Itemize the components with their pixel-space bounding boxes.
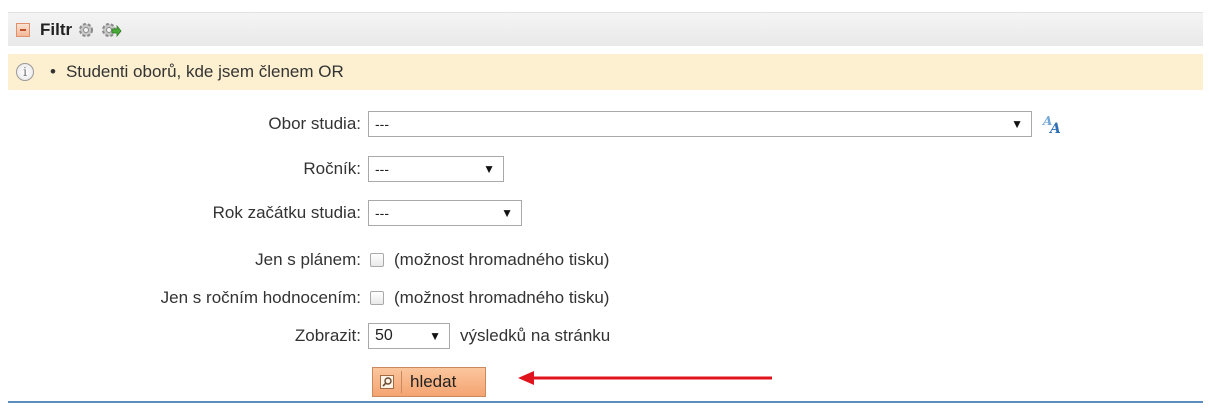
magnifier-icon bbox=[379, 374, 395, 390]
rocnik-label: Ročník: bbox=[303, 159, 361, 178]
plan-label: Jen s plánem: bbox=[255, 250, 361, 269]
rok-select[interactable]: --- ▼ bbox=[368, 200, 522, 226]
plan-hint: (možnost hromadného tisku) bbox=[394, 250, 610, 269]
obor-label: Obor studia: bbox=[268, 114, 361, 133]
obor-select[interactable]: --- ▼ bbox=[368, 111, 1032, 137]
panel-bottom-border bbox=[8, 401, 1203, 403]
gear-icon[interactable] bbox=[76, 20, 96, 40]
chevron-down-icon: ▼ bbox=[483, 162, 495, 176]
plan-checkbox[interactable] bbox=[370, 253, 384, 267]
search-button-label: hledat bbox=[410, 372, 457, 391]
gear-arrow-icon[interactable] bbox=[100, 20, 122, 40]
hodnoceni-label: Jen s ročním hodnocením: bbox=[160, 288, 361, 307]
chevron-down-icon: ▼ bbox=[429, 329, 441, 343]
chevron-down-icon: ▼ bbox=[501, 206, 513, 220]
rocnik-select[interactable]: --- ▼ bbox=[368, 156, 504, 182]
info-bullet: • bbox=[50, 62, 56, 81]
zobrazit-label: Zobrazit: bbox=[294, 326, 361, 345]
info-text: Studenti oborů, kde jsem členem OR bbox=[65, 62, 344, 81]
zobrazit-select[interactable]: 50 ▼ bbox=[368, 323, 450, 349]
red-arrow-annotation bbox=[518, 371, 772, 385]
translate-icon[interactable]: A A bbox=[1042, 113, 1064, 137]
search-button[interactable]: hledat bbox=[372, 367, 486, 397]
zobrazit-suffix: výsledků na stránku bbox=[460, 326, 611, 345]
filter-panel-header: Filtr bbox=[8, 12, 1203, 46]
filter-title: Filtr bbox=[40, 19, 73, 39]
info-bar: i • Studenti oborů, kde jsem členem OR bbox=[8, 54, 1203, 90]
obor-select-value: --- bbox=[375, 116, 389, 132]
info-icon: i bbox=[16, 63, 34, 81]
hodnoceni-hint: (možnost hromadného tisku) bbox=[394, 288, 610, 307]
zobrazit-select-value: 50 bbox=[375, 327, 393, 344]
collapse-icon[interactable] bbox=[16, 22, 30, 37]
rok-select-value: --- bbox=[375, 205, 389, 221]
rocnik-select-value: --- bbox=[375, 161, 389, 177]
hodnoceni-checkbox[interactable] bbox=[370, 291, 384, 305]
svg-text:A: A bbox=[1048, 121, 1061, 135]
chevron-down-icon: ▼ bbox=[1011, 117, 1023, 131]
search-button-divider bbox=[401, 371, 402, 393]
rok-label: Rok začátku studia: bbox=[212, 203, 361, 222]
